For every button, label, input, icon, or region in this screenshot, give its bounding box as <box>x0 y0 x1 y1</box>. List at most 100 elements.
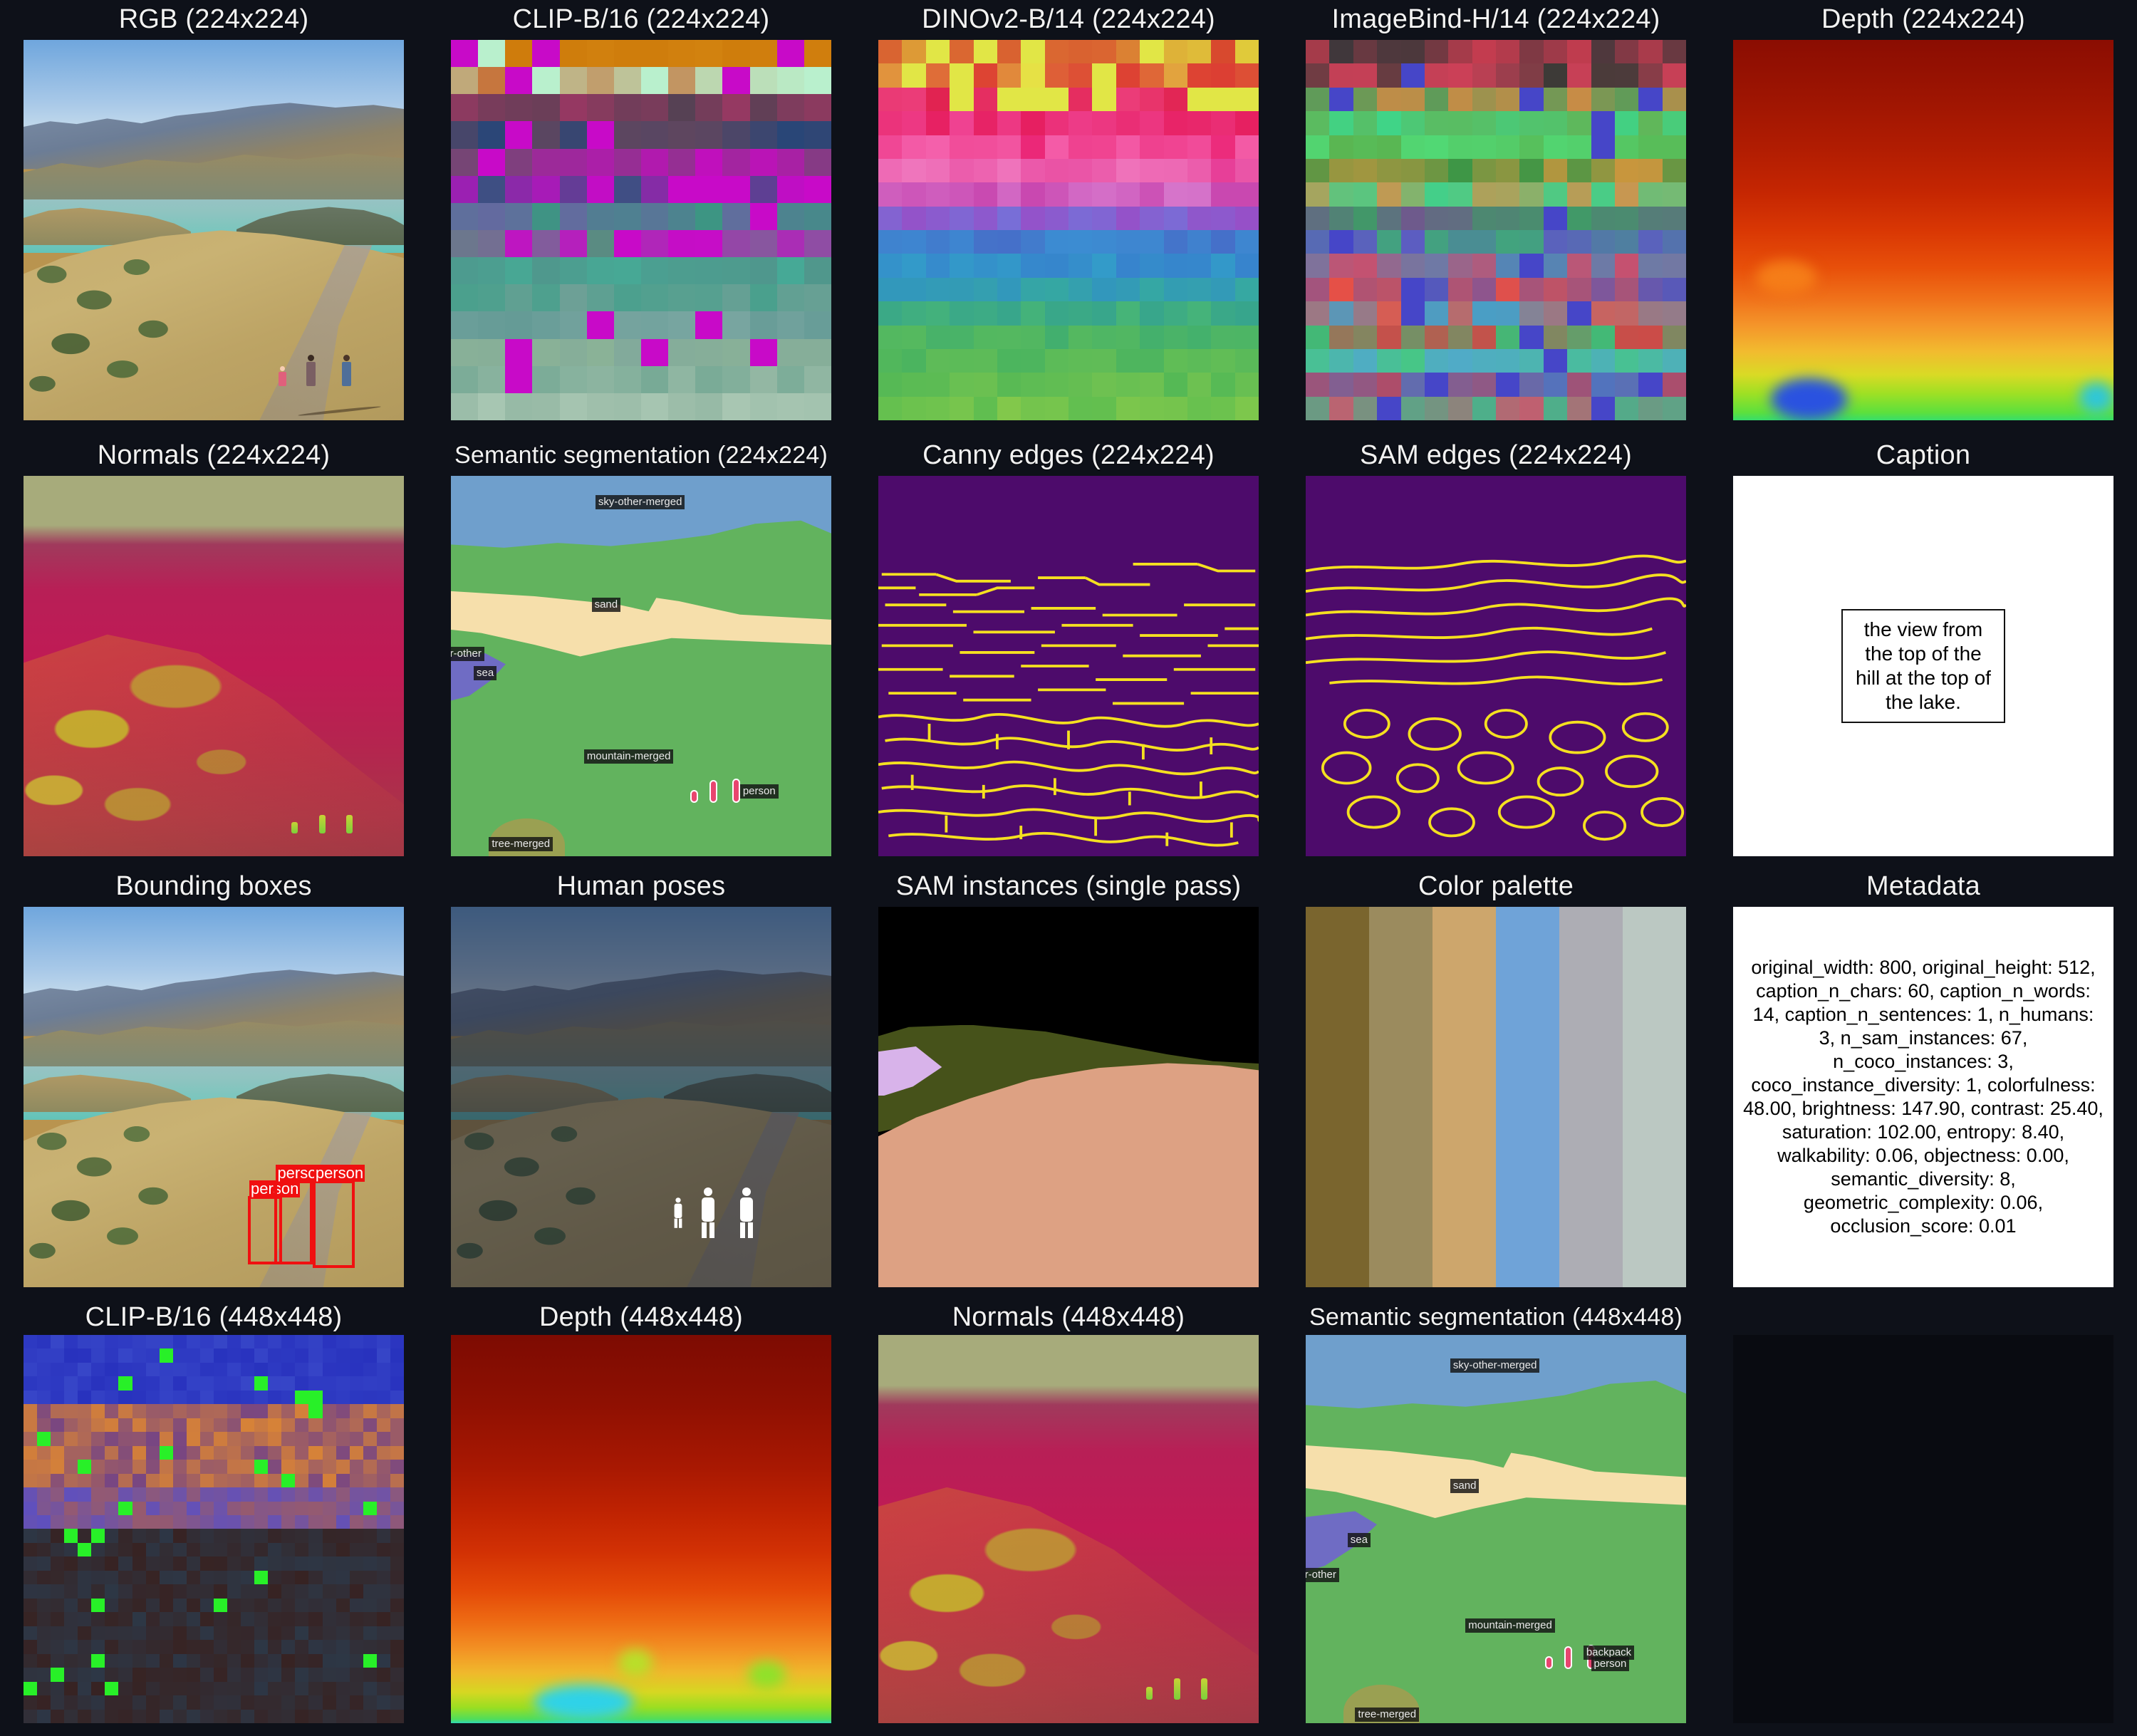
palette-swatch-strip <box>1306 907 1686 1287</box>
feature-patch <box>1092 254 1116 278</box>
caption-card: the view from the top of the hill at the… <box>1733 476 2113 856</box>
feature-patch <box>1591 182 1615 207</box>
feature-patch <box>132 1668 146 1682</box>
feature-patch <box>37 1390 51 1405</box>
feature-patch <box>336 1626 350 1641</box>
feature-patch <box>295 1348 309 1363</box>
feature-patch <box>1306 230 1330 254</box>
feature-patch <box>336 1640 350 1654</box>
feature-patch <box>376 1695 390 1710</box>
feature-patch <box>1306 158 1330 183</box>
feature-patch <box>349 1487 363 1502</box>
feature-patch <box>878 396 903 420</box>
feature-patch <box>213 1681 228 1696</box>
feature-patch <box>118 1612 132 1626</box>
feature-patch <box>1591 135 1615 159</box>
feature-patch <box>1377 230 1401 254</box>
feature-patch <box>24 1681 38 1696</box>
feature-patch <box>78 1404 92 1418</box>
feature-patch <box>613 338 641 366</box>
feature-patch <box>254 1376 269 1391</box>
feature-patch <box>363 1542 377 1557</box>
feature-patch <box>159 1335 173 1349</box>
feature-patch <box>199 1542 214 1557</box>
feature-patch <box>64 1460 78 1474</box>
feature-patch <box>1448 111 1472 135</box>
feature-patch <box>322 1348 336 1363</box>
feature-patch <box>254 1668 269 1682</box>
feature-patch <box>390 1668 404 1682</box>
feature-patch <box>1163 230 1187 254</box>
feature-patch <box>268 1529 282 1543</box>
feature-patch <box>281 1529 296 1543</box>
feature-patch <box>559 338 587 366</box>
feature-patch <box>1306 182 1330 207</box>
feature-patch <box>268 1598 282 1613</box>
feature-patch <box>308 1460 323 1474</box>
feature-patch <box>390 1487 404 1502</box>
feature-patch <box>925 348 950 373</box>
feature-patch <box>268 1335 282 1349</box>
feature-patch <box>376 1362 390 1377</box>
feature-patch <box>902 396 926 420</box>
panel-dinov2: DINOv2-B/14 (224x224) <box>855 0 1282 436</box>
feature-patch <box>1519 230 1544 254</box>
feature-patch <box>91 1542 105 1557</box>
feature-patch <box>336 1653 350 1668</box>
feature-patch <box>1662 254 1686 278</box>
feature-patch <box>336 1612 350 1626</box>
feature-patch <box>51 1362 65 1377</box>
feature-patch <box>349 1653 363 1668</box>
feature-patch <box>199 1376 214 1391</box>
feature-patch <box>749 393 777 420</box>
feature-patch <box>1140 396 1164 420</box>
feature-patch <box>1234 158 1259 183</box>
feature-patch <box>973 63 997 88</box>
feature-patch <box>1021 254 1045 278</box>
feature-patch <box>478 338 506 366</box>
feature-patch <box>878 301 903 326</box>
feature-patch <box>363 1335 377 1349</box>
feature-patch <box>227 1695 241 1710</box>
feature-patch <box>1424 348 1449 373</box>
feature-patch <box>559 67 587 95</box>
feature-patch <box>363 1584 377 1599</box>
feature-patch <box>1306 111 1330 135</box>
feature-patch <box>37 1348 51 1363</box>
feature-patch <box>1567 373 1591 397</box>
feature-patch <box>902 87 926 112</box>
feature-patch <box>722 94 750 122</box>
feature-patch <box>145 1542 160 1557</box>
feature-patch <box>172 1640 187 1654</box>
feature-patch <box>1448 277 1472 302</box>
feature-patch <box>532 175 560 203</box>
feature-patch <box>559 202 587 230</box>
feature-patch <box>997 40 1021 64</box>
feature-patch <box>51 1432 65 1446</box>
feature-patch <box>281 1695 296 1710</box>
feature-patch <box>1044 40 1068 64</box>
feature-patch <box>64 1445 78 1460</box>
feature-patch <box>241 1695 255 1710</box>
feature-patch <box>1211 325 1235 349</box>
feature-patch <box>308 1390 323 1405</box>
feature-patch <box>1519 348 1544 373</box>
feature-patch <box>186 1376 200 1391</box>
feature-patch <box>78 1362 92 1377</box>
feature-patch <box>254 1556 269 1571</box>
feature-patch <box>159 1390 173 1405</box>
feature-patch <box>281 1515 296 1529</box>
feature-patch <box>1424 158 1449 183</box>
feature-patch <box>241 1390 255 1405</box>
feature-patch <box>227 1612 241 1626</box>
feature-patch <box>132 1487 146 1502</box>
feature-patch <box>1187 373 1212 397</box>
feature-patch <box>241 1501 255 1516</box>
feature-patch <box>1638 277 1663 302</box>
feature-patch <box>1638 373 1663 397</box>
segmentation-label: person <box>739 784 779 799</box>
panel-samedges: SAM edges (224x224) <box>1282 436 1710 867</box>
feature-patch <box>749 365 777 393</box>
feature-patch <box>308 1445 323 1460</box>
feature-patch <box>295 1681 309 1696</box>
